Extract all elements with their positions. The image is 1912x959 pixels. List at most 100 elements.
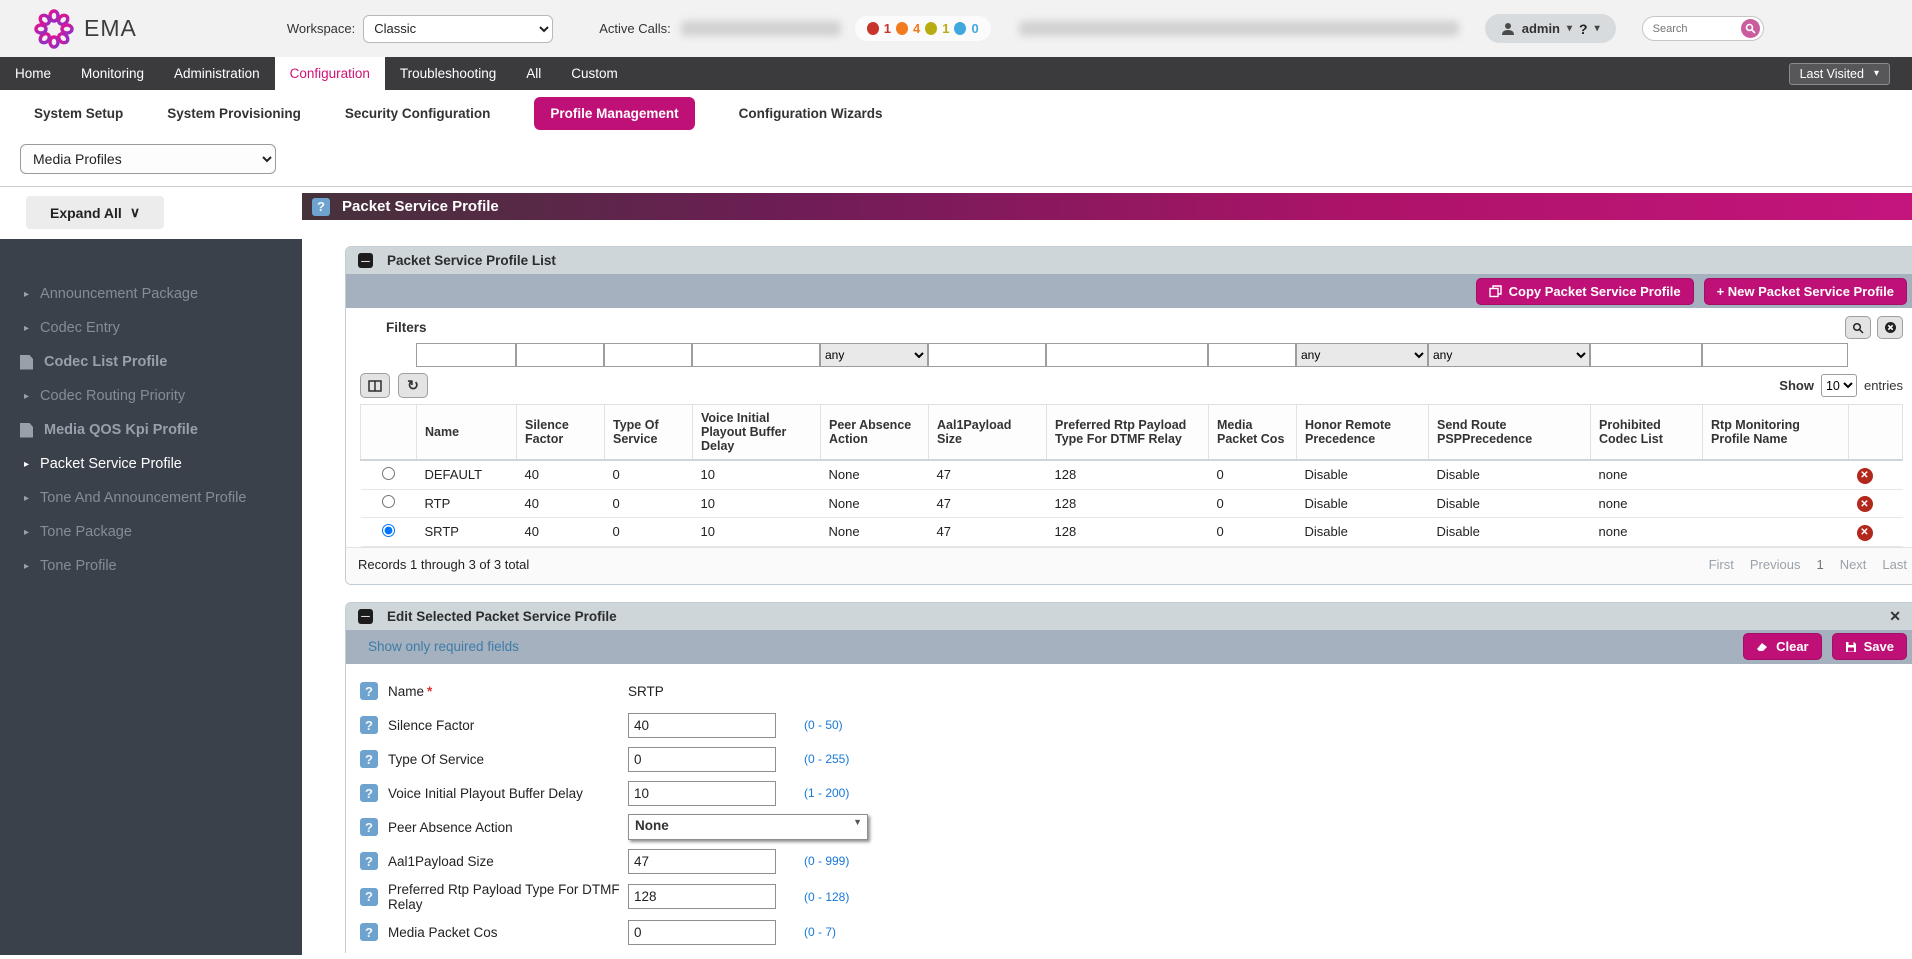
col-prohibited-codec[interactable]: Prohibited Codec List	[1591, 405, 1703, 461]
tree-arrow-icon[interactable]: ▸	[24, 391, 29, 402]
sidebar-item-codec-entry[interactable]: ▸ Codec Entry	[0, 311, 302, 345]
table-row[interactable]: RTP 40 0 10 None 47 128 0 Disable Disabl…	[361, 489, 1903, 518]
save-button[interactable]: Save	[1832, 633, 1907, 660]
tree-arrow-icon[interactable]: ▸	[24, 459, 29, 470]
tree-arrow-icon[interactable]: ▸	[24, 323, 29, 334]
filter-name-input[interactable]	[416, 343, 516, 367]
filter-media-packet-cos-input[interactable]	[1208, 343, 1296, 367]
preferred-rtp-payload-input[interactable]	[628, 884, 776, 909]
copy-packet-service-profile-button[interactable]: Copy Packet Service Profile	[1476, 278, 1694, 305]
nav-item-monitoring[interactable]: Monitoring	[66, 57, 159, 90]
filter-aal1payload-input[interactable]	[928, 343, 1046, 367]
sidebar-item-tone-package[interactable]: ▸ Tone Package	[0, 515, 302, 549]
page-current[interactable]: 1	[1816, 557, 1823, 572]
col-send-route[interactable]: Send Route PSPPrecedence	[1429, 405, 1591, 461]
clear-filter-button[interactable]	[1877, 316, 1903, 339]
close-icon[interactable]: ✕	[1889, 608, 1905, 625]
col-silence-factor[interactable]: Silence Factor	[517, 405, 605, 461]
col-name[interactable]: Name	[417, 405, 517, 461]
col-preferred-rtp[interactable]: Preferred Rtp Payload Type For DTMF Rela…	[1047, 405, 1209, 461]
filter-rtp-monitoring-input[interactable]	[1702, 343, 1848, 367]
sidebar-item-codec-list-profile[interactable]: Codec List Profile	[0, 345, 302, 379]
delete-row-icon[interactable]: ✕	[1857, 496, 1873, 512]
nav-item-troubleshooting[interactable]: Troubleshooting	[385, 57, 511, 90]
nav-item-all[interactable]: All	[511, 57, 556, 90]
nav-item-configuration[interactable]: Configuration	[275, 57, 385, 90]
col-peer-absence[interactable]: Peer Absence Action	[821, 405, 929, 461]
filter-prohibited-codec-input[interactable]	[1590, 343, 1702, 367]
filter-peer-absence-select[interactable]: any	[820, 343, 928, 367]
tab-system-provisioning[interactable]: System Provisioning	[167, 106, 301, 121]
col-aal1payload[interactable]: Aal1Payload Size	[929, 405, 1047, 461]
page-last[interactable]: Last	[1882, 557, 1907, 572]
apply-filter-button[interactable]	[1845, 316, 1871, 339]
show-entries-select[interactable]: 10	[1821, 374, 1857, 397]
sidebar-item-media-qos-kpi-profile[interactable]: Media QOS Kpi Profile	[0, 413, 302, 447]
tab-configuration-wizards[interactable]: Configuration Wizards	[739, 106, 883, 121]
profile-category-select[interactable]: Media Profiles	[20, 144, 276, 174]
help-icon[interactable]: ?	[360, 784, 378, 802]
peer-absence-action-select[interactable]: None ▼	[628, 814, 868, 840]
tree-arrow-icon[interactable]: ▸	[24, 561, 29, 572]
column-chooser-button[interactable]	[360, 373, 390, 398]
filter-voice-initial-input[interactable]	[692, 343, 820, 367]
tree-arrow-icon[interactable]: ▸	[24, 493, 29, 504]
sidebar-item-announcement-package[interactable]: ▸ Announcement Package	[0, 277, 302, 311]
help-caret-icon[interactable]: ▾	[1595, 23, 1600, 34]
help-icon[interactable]: ?	[360, 923, 378, 941]
help-icon[interactable]: ?	[360, 818, 378, 836]
user-caret-icon[interactable]: ▾	[1567, 23, 1572, 34]
sidebar-item-packet-service-profile[interactable]: ▸ Packet Service Profile	[0, 447, 302, 481]
help-icon[interactable]: ?	[360, 682, 378, 700]
media-packet-cos-input[interactable]	[628, 920, 776, 945]
row-select-radio[interactable]	[382, 495, 395, 508]
filter-send-route-select[interactable]: any	[1428, 343, 1590, 367]
row-select-radio[interactable]	[382, 524, 395, 537]
tree-arrow-icon[interactable]: ▸	[24, 289, 29, 300]
col-media-packet-cos[interactable]: Media Packet Cos	[1209, 405, 1297, 461]
global-search-input[interactable]	[1653, 23, 1741, 35]
tab-security-configuration[interactable]: Security Configuration	[345, 106, 491, 121]
filter-preferred-rtp-input[interactable]	[1046, 343, 1208, 367]
page-first[interactable]: First	[1709, 557, 1734, 572]
sidebar-item-tone-profile[interactable]: ▸ Tone Profile	[0, 549, 302, 583]
clear-button[interactable]: Clear	[1743, 633, 1822, 660]
help-icon[interactable]: ?	[360, 716, 378, 734]
page-previous[interactable]: Previous	[1750, 557, 1801, 572]
collapse-icon[interactable]: ─	[358, 609, 373, 624]
delete-row-icon[interactable]: ✕	[1857, 468, 1873, 484]
col-voice-initial[interactable]: Voice Initial Playout Buffer Delay	[693, 405, 821, 461]
voice-initial-playout-input[interactable]	[628, 781, 776, 806]
tab-profile-management[interactable]: Profile Management	[534, 97, 694, 130]
help-icon[interactable]: ?	[360, 888, 378, 906]
col-honor-remote[interactable]: Honor Remote Precedence	[1297, 405, 1429, 461]
nav-item-home[interactable]: Home	[0, 57, 66, 90]
tree-arrow-icon[interactable]: ▸	[24, 527, 29, 538]
delete-row-icon[interactable]: ✕	[1857, 525, 1873, 541]
filter-type-of-service-input[interactable]	[604, 343, 692, 367]
col-rtp-monitoring[interactable]: Rtp Monitoring Profile Name	[1703, 405, 1849, 461]
sidebar-item-tone-and-announcement-profile[interactable]: ▸ Tone And Announcement Profile	[0, 481, 302, 515]
help-menu[interactable]: ?	[1579, 21, 1588, 37]
sidebar-item-codec-routing-priority[interactable]: ▸ Codec Routing Priority	[0, 379, 302, 413]
tab-system-setup[interactable]: System Setup	[34, 106, 123, 121]
table-row[interactable]: DEFAULT 40 0 10 None 47 128 0 Disable Di…	[361, 460, 1903, 489]
expand-all-button[interactable]: Expand All ∨	[26, 196, 164, 229]
workspace-select[interactable]: Classic	[363, 15, 553, 43]
last-visited-button[interactable]: Last Visited ▾	[1789, 63, 1890, 85]
aal1payload-size-input[interactable]	[628, 849, 776, 874]
global-search-button[interactable]	[1741, 19, 1760, 38]
help-icon[interactable]: ?	[360, 750, 378, 768]
show-required-fields-link[interactable]: Show only required fields	[368, 639, 519, 654]
help-icon[interactable]: ?	[312, 198, 330, 216]
help-icon[interactable]: ?	[360, 852, 378, 870]
refresh-button[interactable]: ↻	[398, 373, 428, 398]
filter-honor-remote-select[interactable]: any	[1296, 343, 1428, 367]
col-type-of-service[interactable]: Type Of Service	[605, 405, 693, 461]
nav-item-administration[interactable]: Administration	[159, 57, 275, 90]
new-packet-service-profile-button[interactable]: + New Packet Service Profile	[1704, 278, 1907, 305]
collapse-icon[interactable]: ─	[358, 253, 373, 268]
page-next[interactable]: Next	[1840, 557, 1867, 572]
user-menu[interactable]: admin ▾ ? ▾	[1485, 14, 1616, 43]
filter-silence-factor-input[interactable]	[516, 343, 604, 367]
